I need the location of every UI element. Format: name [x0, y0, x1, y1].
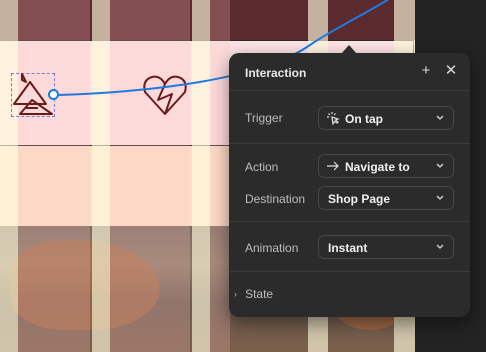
divider: [229, 221, 470, 222]
destination-select[interactable]: Shop Page: [318, 186, 454, 210]
close-icon[interactable]: ✕: [443, 63, 459, 79]
arrow-right-icon: [327, 161, 339, 171]
chevron-down-icon: [436, 244, 444, 249]
chevron-down-icon: [436, 115, 444, 120]
state-label: State: [245, 287, 274, 301]
animation-value: Instant: [328, 241, 368, 255]
divider: [229, 90, 470, 91]
animation-select[interactable]: Instant: [318, 235, 454, 259]
panel-pointer: [341, 45, 357, 54]
chevron-down-icon: [436, 195, 444, 200]
divider: [229, 143, 470, 144]
plus-icon[interactable]: +: [418, 63, 434, 79]
action-label: Action: [245, 160, 279, 174]
animation-label: Animation: [245, 241, 299, 255]
trigger-value: On tap: [345, 112, 383, 126]
tap-icon: [327, 112, 340, 125]
state-section-toggle[interactable]: › State: [234, 287, 273, 301]
divider: [229, 271, 470, 272]
chevron-down-icon: [436, 163, 444, 168]
action-value: Navigate to: [345, 160, 410, 174]
connection-handle[interactable]: [48, 89, 59, 100]
destination-label: Destination: [245, 192, 306, 206]
action-select[interactable]: Navigate to: [318, 154, 454, 178]
chevron-right-icon: ›: [234, 289, 237, 299]
trigger-label: Trigger: [245, 111, 283, 125]
destination-value: Shop Page: [328, 192, 391, 206]
trigger-select[interactable]: On tap: [318, 106, 454, 130]
panel-title: Interaction: [245, 66, 307, 80]
interaction-panel: Interaction + ✕ Trigger On tap Action Na…: [229, 45, 470, 317]
